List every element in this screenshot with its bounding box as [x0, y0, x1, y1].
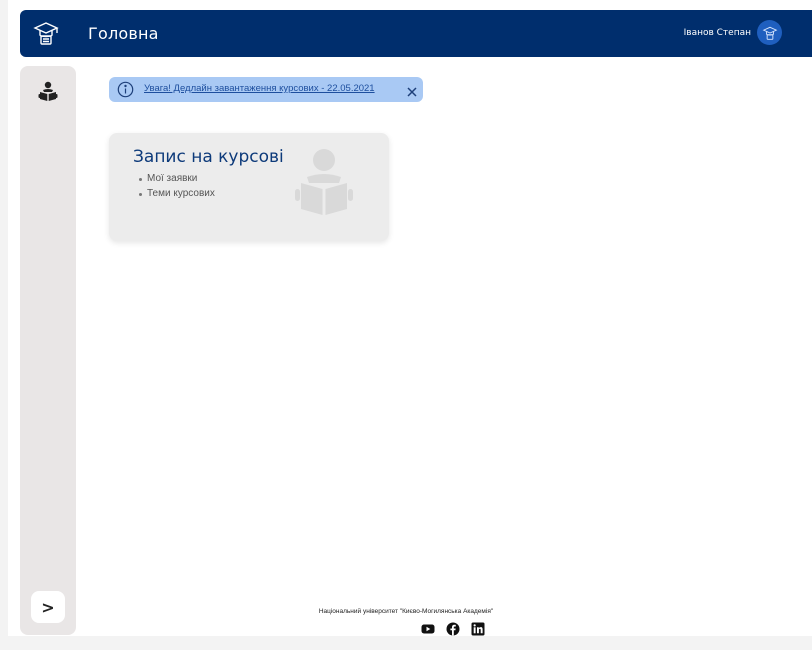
page-edge — [0, 0, 8, 650]
deadline-alert: Увага! Дедлайн завантаження курсових - 2… — [109, 77, 423, 102]
coursework-card[interactable]: Запис на курсові Мої заявки Теми курсови… — [109, 133, 389, 241]
reader-icon — [38, 81, 58, 107]
page-title: Головна — [88, 24, 159, 43]
reader-illustration-icon — [293, 147, 355, 219]
user-name: Іванов Степан — [683, 27, 751, 38]
page-bottom-edge — [0, 636, 812, 650]
user-menu[interactable]: Іванов Степан — [684, 20, 782, 45]
facebook-icon[interactable] — [446, 621, 460, 636]
link-my-applications[interactable]: Мої заявки — [139, 173, 215, 184]
top-header: Головна Іванов Степан — [20, 10, 812, 57]
close-icon[interactable] — [406, 83, 418, 97]
avatar[interactable] — [757, 20, 782, 45]
info-icon — [117, 81, 134, 98]
graduation-cap-logo-icon[interactable] — [32, 19, 60, 47]
footer-university-name: Національний університет "Києво-Могилянс… — [318, 608, 494, 615]
card-links: Мої заявки Теми курсових — [139, 173, 215, 203]
expand-sidebar-button[interactable]: > — [31, 591, 65, 623]
card-title[interactable]: Запис на курсові — [133, 147, 284, 167]
alert-link[interactable]: Увага! Дедлайн завантаження курсових - 2… — [144, 83, 375, 94]
link-coursework-topics[interactable]: Теми курсових — [139, 188, 215, 199]
sidebar: > — [20, 66, 76, 635]
linkedin-icon[interactable] — [471, 621, 485, 636]
youtube-icon[interactable] — [421, 621, 435, 635]
social-links — [421, 621, 485, 636]
sidebar-item-coursework[interactable] — [36, 81, 60, 107]
